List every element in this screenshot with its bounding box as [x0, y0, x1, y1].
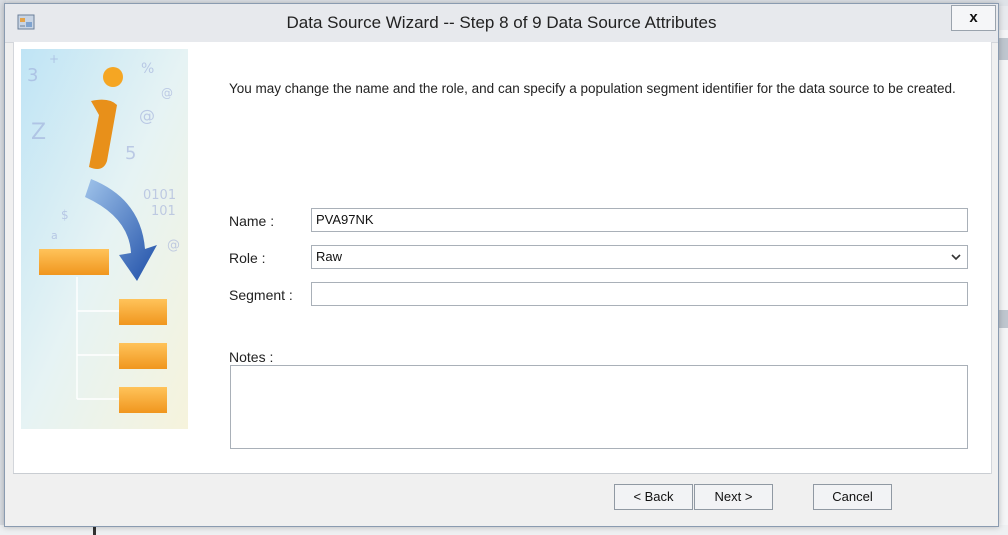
role-label: Role : [229, 250, 266, 266]
cancel-button[interactable]: Cancel [813, 484, 892, 510]
instructions-text: You may change the name and the role, an… [229, 81, 956, 96]
svg-text:Z: Z [31, 120, 46, 145]
svg-text:@: @ [161, 86, 173, 100]
svg-text:%: % [141, 61, 154, 77]
chevron-down-icon[interactable] [951, 253, 961, 261]
next-button[interactable]: Next > [694, 484, 773, 510]
svg-text:a: a [51, 229, 58, 242]
back-button[interactable]: < Back [614, 484, 693, 510]
role-select-value: Raw [316, 249, 343, 264]
svg-text:5: 5 [125, 143, 136, 164]
name-label: Name : [229, 213, 275, 229]
segment-field[interactable] [311, 282, 968, 306]
background-app-right-edge [998, 30, 1008, 535]
svg-text:$: $ [61, 208, 69, 222]
svg-text:3: 3 [27, 65, 38, 86]
svg-text:101: 101 [151, 204, 176, 219]
svg-text:@: @ [139, 106, 155, 125]
svg-text:@: @ [167, 238, 180, 253]
notes-textarea[interactable] [230, 365, 968, 449]
dialog-title: Data Source Wizard -- Step 8 of 9 Data S… [286, 13, 717, 32]
name-field[interactable]: PVA97NK [311, 208, 968, 232]
footer-divider [13, 473, 990, 474]
wizard-info-graphic: 3 + % @ Z @ 5 0101 101 $ @ a [21, 49, 188, 429]
svg-text:+: + [49, 52, 59, 66]
notes-label: Notes : [229, 349, 274, 365]
role-select[interactable]: Raw [311, 245, 968, 269]
data-source-wizard-dialog: Data Source Wizard -- Step 8 of 9 Data S… [4, 3, 999, 527]
svg-text:0101: 0101 [143, 188, 176, 203]
title-bar[interactable]: Data Source Wizard -- Step 8 of 9 Data S… [5, 4, 998, 43]
segment-label: Segment : [229, 287, 293, 303]
wizard-content-panel: 3 + % @ Z @ 5 0101 101 $ @ a You may cha… [13, 42, 992, 474]
close-button[interactable]: x [951, 5, 996, 31]
